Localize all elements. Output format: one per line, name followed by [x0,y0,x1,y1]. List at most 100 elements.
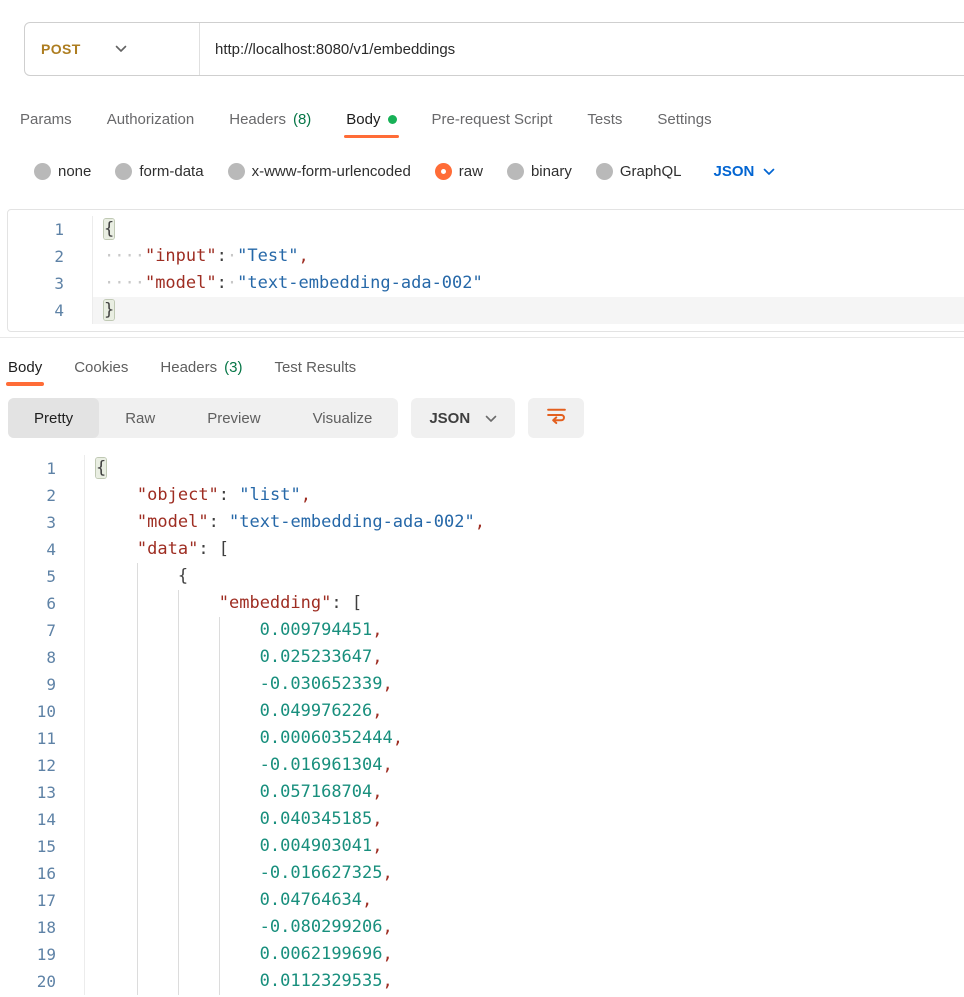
tab-settings[interactable]: Settings [657,98,711,140]
code-line[interactable]: 140.040345185, [0,806,964,833]
code-line[interactable]: 6"embedding": [ [0,590,964,617]
tab-label: Cookies [74,359,128,376]
request-body-editor[interactable]: 1{2····"input":·"Test",3····"model":·"te… [7,209,964,332]
code-line[interactable]: 2····"input":·"Test", [8,243,964,270]
response-language-label: JSON [429,410,470,427]
request-language-select[interactable]: JSON [714,163,776,180]
view-visualize[interactable]: Visualize [287,398,399,438]
line-number: 18 [0,914,85,941]
code-line-content: -0.016961304, [85,752,964,779]
tab-authorization[interactable]: Authorization [107,98,195,140]
body-type-raw[interactable]: raw [435,163,483,180]
code-line-content: } [93,297,964,324]
code-line[interactable]: 18-0.080299206, [0,914,964,941]
code-line[interactable]: 3····"model":·"text-embedding-ada-002" [8,270,964,297]
radio-label: raw [459,163,483,180]
body-type-binary[interactable]: binary [507,163,572,180]
radio-label: binary [531,163,572,180]
code-line-content: 0.009794451, [85,617,964,644]
body-type-graphql[interactable]: GraphQL [596,163,682,180]
code-line[interactable]: 110.00060352444, [0,725,964,752]
code-line[interactable]: 100.049976226, [0,698,964,725]
tab-label: Body [346,111,380,128]
url-input[interactable]: http://localhost:8080/v1/embeddings [200,41,455,58]
method-label: POST [25,41,81,57]
radio-icon [507,163,524,180]
radio-label: GraphQL [620,163,682,180]
code-line-content: "embedding": [ [85,590,964,617]
response-section-divider [0,337,964,338]
request-url-bar: POST http://localhost:8080/v1/embeddings [24,22,964,76]
chevron-down-icon [485,410,497,427]
code-line[interactable]: 2"object": "list", [0,482,964,509]
response-body-editor[interactable]: 1{2"object": "list",3"model": "text-embe… [0,453,964,997]
code-line[interactable]: 4} [8,297,964,324]
request-language-label: JSON [714,163,755,180]
resp-tab-headers[interactable]: Headers(3) [160,348,242,386]
line-number: 6 [0,590,85,617]
line-number: 9 [0,671,85,698]
tab-body[interactable]: Body [346,98,396,140]
chevron-down-icon [763,163,775,180]
code-line-content: 0.004903041, [85,833,964,860]
tab-label: Params [20,111,72,128]
code-line[interactable]: 16-0.016627325, [0,860,964,887]
line-number: 7 [0,617,85,644]
resp-tab-cookies[interactable]: Cookies [74,348,128,386]
code-line[interactable]: 1{ [8,216,964,243]
body-type-x-www-form-urlencoded[interactable]: x-www-form-urlencoded [228,163,411,180]
line-number: 13 [0,779,85,806]
line-number: 11 [0,725,85,752]
code-line[interactable]: 190.0062199696, [0,941,964,968]
body-type-form-data[interactable]: form-data [115,163,203,180]
code-line[interactable]: 12-0.016961304, [0,752,964,779]
active-tab-underline [6,382,44,386]
resp-tab-body[interactable]: Body [8,348,42,386]
code-line-content: { [85,455,964,482]
tab-label: Body [8,359,42,376]
code-line[interactable]: 170.04764634, [0,887,964,914]
tab-label: Test Results [274,359,356,376]
view-raw[interactable]: Raw [99,398,181,438]
code-line[interactable]: 9-0.030652339, [0,671,964,698]
code-line-content: 0.057168704, [85,779,964,806]
radio-icon [228,163,245,180]
wrap-lines-button[interactable] [528,398,584,438]
view-preview[interactable]: Preview [181,398,286,438]
line-number: 4 [0,536,85,563]
code-line[interactable]: 80.025233647, [0,644,964,671]
response-language-select[interactable]: JSON [411,398,515,438]
tab-label: Settings [657,111,711,128]
code-line[interactable]: 3"model": "text-embedding-ada-002", [0,509,964,536]
tab-label: Pre-request Script [432,111,553,128]
tab-headers[interactable]: Headers(8) [229,98,311,140]
line-number: 3 [8,270,93,297]
code-line-content: -0.016627325, [85,860,964,887]
request-tabs: Params Authorization Headers(8) Body Pre-req… [20,98,712,140]
body-type-none[interactable]: none [34,163,91,180]
body-type-selector: none form-data x-www-form-urlencoded raw bin… [34,152,775,190]
method-selector[interactable]: POST [25,23,199,75]
line-number: 15 [0,833,85,860]
code-line[interactable]: 70.009794451, [0,617,964,644]
text-wrap-icon [545,404,568,432]
code-line[interactable]: 130.057168704, [0,779,964,806]
line-number: 5 [0,563,85,590]
code-line[interactable]: 150.004903041, [0,833,964,860]
code-line-content: -0.080299206, [85,914,964,941]
tab-label: Headers [160,359,217,376]
code-line-content: 0.0062199696, [85,941,964,968]
line-number: 3 [0,509,85,536]
code-line[interactable]: 4"data": [ [0,536,964,563]
line-number: 16 [0,860,85,887]
code-line[interactable]: 200.0112329535, [0,968,964,995]
resp-tab-test-results[interactable]: Test Results [274,348,356,386]
view-pretty[interactable]: Pretty [8,398,99,438]
code-line[interactable]: 1{ [0,455,964,482]
tab-pre-request-script[interactable]: Pre-request Script [432,98,553,140]
unsaved-changes-dot-icon [388,115,397,124]
tab-params[interactable]: Params [20,98,72,140]
code-line[interactable]: 5{ [0,563,964,590]
code-line-content: { [93,216,964,243]
tab-tests[interactable]: Tests [587,98,622,140]
